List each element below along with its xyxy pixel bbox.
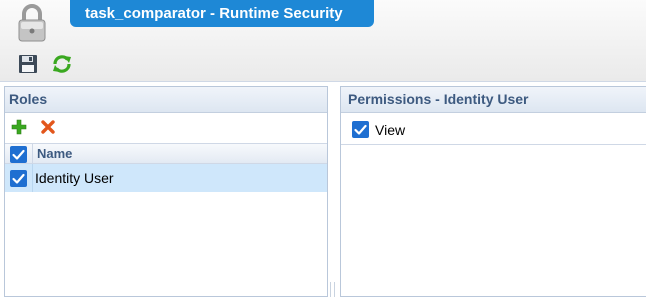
- row-checkbox[interactable]: [10, 170, 27, 187]
- permissions-panel: Permissions - Identity User View: [340, 86, 646, 297]
- roles-panel: Roles Name Identity User: [4, 86, 328, 297]
- column-header-name[interactable]: Name: [37, 144, 72, 164]
- plus-icon: [11, 119, 27, 138]
- x-icon: [40, 120, 56, 138]
- column-divider: [32, 144, 33, 163]
- roles-panel-title: Roles: [5, 87, 327, 113]
- floppy-disk-icon: [17, 55, 39, 78]
- column-divider: [32, 164, 33, 192]
- check-icon: [354, 124, 367, 135]
- roles-toolbar: [5, 113, 327, 141]
- select-all-checkbox[interactable]: [10, 146, 27, 163]
- permission-label: View: [375, 122, 406, 138]
- table-row[interactable]: Identity User: [5, 164, 327, 192]
- window-title: task_comparator - Runtime Security: [70, 0, 374, 27]
- save-button[interactable]: [17, 53, 39, 75]
- check-icon: [12, 149, 25, 160]
- permissions-panel-title: Permissions - Identity User: [341, 87, 646, 113]
- refresh-button[interactable]: [51, 53, 73, 75]
- roles-grid-header: Name: [5, 143, 327, 164]
- refresh-icon: [51, 55, 73, 78]
- permission-item[interactable]: View: [341, 115, 646, 145]
- add-role-button[interactable]: [11, 119, 27, 135]
- check-icon: [12, 173, 25, 184]
- header: task_comparator - Runtime Security: [0, 0, 646, 82]
- role-name: Identity User: [35, 170, 114, 186]
- lock-icon: [16, 4, 48, 42]
- delete-role-button[interactable]: [40, 119, 56, 135]
- splitter-handle[interactable]: [330, 282, 335, 297]
- permission-view-checkbox[interactable]: [352, 121, 369, 138]
